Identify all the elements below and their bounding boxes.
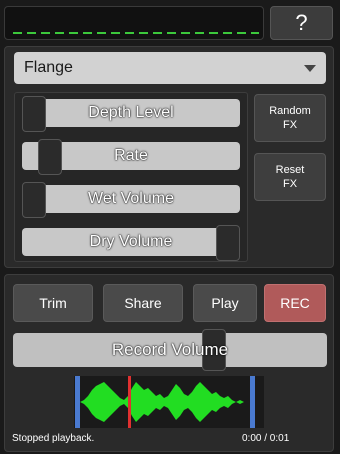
waveform-playhead[interactable]: [128, 376, 131, 428]
status-message: Stopped playback.: [12, 433, 95, 444]
effect-dropdown-value: Flange: [24, 59, 73, 76]
effect-dropdown[interactable]: Flange: [14, 52, 326, 84]
wet-volume-label: Wet Volume: [88, 190, 174, 207]
wet-volume-slider[interactable]: Wet Volume: [22, 182, 240, 218]
record-volume-label: Record Volume: [111, 340, 229, 359]
level-meter-dashes: [13, 32, 259, 34]
dry-volume-label: Dry Volume: [89, 233, 173, 250]
waveform-view[interactable]: [74, 376, 264, 428]
play-button[interactable]: Play: [193, 284, 257, 322]
share-button[interactable]: Share: [103, 284, 183, 322]
help-button[interactable]: ?: [270, 6, 333, 40]
reset-fx-label-line1: Reset: [275, 164, 305, 176]
dry-volume-slider[interactable]: Dry Volume: [22, 225, 240, 261]
record-volume-slider[interactable]: Record Volume: [13, 329, 327, 371]
random-fx-button[interactable]: Random FX: [254, 94, 326, 142]
rate-label: Rate: [114, 147, 148, 164]
rate-slider[interactable]: Rate: [22, 139, 240, 175]
trim-button[interactable]: Trim: [13, 284, 93, 322]
wet-volume-slider-thumb[interactable]: [22, 182, 46, 218]
dry-volume-slider-thumb[interactable]: [216, 225, 240, 261]
waveform-start-marker[interactable]: [75, 376, 80, 428]
depth-level-slider[interactable]: Depth Level: [22, 96, 240, 132]
reset-fx-label-line2: FX: [282, 178, 298, 190]
rate-slider-thumb[interactable]: [38, 139, 62, 175]
depth-level-label: Depth Level: [88, 104, 174, 121]
chevron-down-icon: [304, 65, 316, 72]
level-display: [4, 6, 264, 40]
playback-time: 0:00 / 0:01: [242, 433, 290, 444]
random-fx-label-line1: Random: [269, 105, 311, 117]
random-fx-label-line2: FX: [282, 119, 298, 131]
waveform-end-marker[interactable]: [250, 376, 255, 428]
depth-level-slider-thumb[interactable]: [22, 96, 46, 132]
reset-fx-button[interactable]: Reset FX: [254, 153, 326, 201]
record-button[interactable]: REC: [264, 284, 326, 322]
